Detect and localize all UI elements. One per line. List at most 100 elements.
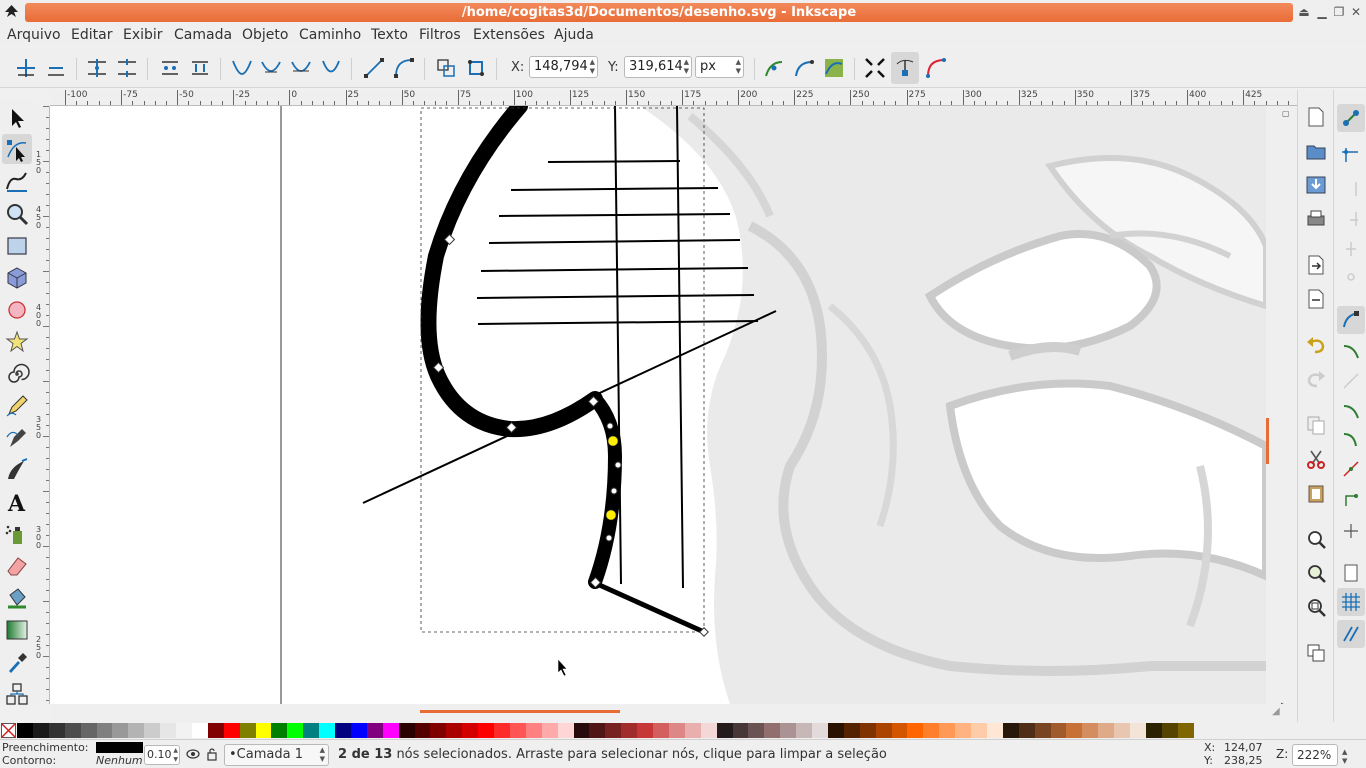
palette-swatch[interactable] bbox=[366, 723, 383, 738]
snap-grid-icon[interactable] bbox=[1340, 591, 1362, 613]
drawing-canvas[interactable] bbox=[50, 106, 1266, 704]
palette-swatch[interactable] bbox=[525, 723, 542, 738]
palette-swatch[interactable] bbox=[1098, 723, 1115, 738]
palette-swatch[interactable] bbox=[621, 723, 638, 738]
next-path-effect-icon[interactable] bbox=[762, 56, 786, 80]
dropper-tool-icon[interactable] bbox=[4, 649, 30, 675]
palette-swatch[interactable] bbox=[1130, 723, 1146, 738]
snap-page-border-icon[interactable] bbox=[1340, 562, 1362, 584]
redo-icon[interactable] bbox=[1305, 368, 1327, 390]
palette-swatch[interactable] bbox=[80, 723, 97, 738]
stroke-to-path-icon[interactable] bbox=[464, 56, 488, 80]
connector-tool-icon[interactable] bbox=[4, 681, 30, 707]
palette-swatch[interactable] bbox=[557, 723, 574, 738]
snap-bbox-center-icon[interactable] bbox=[1340, 266, 1362, 288]
insert-node-icon[interactable] bbox=[14, 56, 38, 80]
palette-swatch[interactable] bbox=[573, 723, 590, 738]
show-handles-icon[interactable] bbox=[893, 56, 917, 80]
no-paint-icon[interactable] bbox=[1, 723, 16, 738]
palette-swatch[interactable] bbox=[843, 723, 860, 738]
calligraphy-tool-icon[interactable] bbox=[4, 457, 30, 483]
fill-swatch[interactable] bbox=[96, 742, 143, 753]
palette-swatch[interactable] bbox=[955, 723, 972, 738]
palette-swatch[interactable] bbox=[430, 723, 447, 738]
palette-swatch[interactable] bbox=[1114, 723, 1131, 738]
text-tool-icon[interactable]: A bbox=[4, 489, 30, 515]
palette-swatch[interactable] bbox=[939, 723, 956, 738]
palette-swatch[interactable] bbox=[668, 723, 685, 738]
menu-arquivo[interactable]: Arquivo bbox=[7, 26, 61, 44]
palette-swatch[interactable] bbox=[255, 723, 272, 738]
new-document-icon[interactable] bbox=[1305, 106, 1327, 128]
snap-rotation-center-icon[interactable] bbox=[1340, 520, 1362, 542]
reference-bitmap[interactable] bbox=[640, 106, 1266, 704]
duplicate-icon[interactable] bbox=[1305, 642, 1327, 664]
menu-texto[interactable]: Texto bbox=[371, 26, 408, 44]
horizontal-scroll-thumb[interactable] bbox=[420, 710, 620, 713]
palette-swatch[interactable] bbox=[1034, 723, 1051, 738]
palette-swatch[interactable] bbox=[1066, 723, 1083, 738]
segment-to-line-icon[interactable] bbox=[362, 56, 386, 80]
gradient-tool-icon[interactable] bbox=[4, 617, 30, 643]
break-path-icon[interactable] bbox=[115, 56, 139, 80]
pencil-tool-icon[interactable] bbox=[4, 393, 30, 419]
palette-swatch[interactable] bbox=[239, 723, 256, 738]
auto-smooth-node-icon[interactable] bbox=[319, 56, 343, 80]
smooth-node-icon[interactable] bbox=[259, 56, 283, 80]
palette-swatch[interactable] bbox=[64, 723, 81, 738]
x-coordinate-input[interactable]: 148,794 ▲ ▼ bbox=[529, 56, 598, 78]
node-tool-icon[interactable] bbox=[4, 137, 30, 163]
spin-arrows-icon[interactable]: ▲ ▼ bbox=[590, 58, 595, 76]
tweak-tool-icon[interactable] bbox=[4, 169, 30, 195]
palette-swatch[interactable] bbox=[1018, 723, 1035, 738]
snap-intersection-icon[interactable] bbox=[1340, 370, 1362, 392]
vertical-line[interactable] bbox=[676, 106, 684, 589]
snap-bbox-icon[interactable] bbox=[1340, 144, 1362, 166]
vertical-scroll-thumb[interactable] bbox=[1266, 418, 1269, 464]
star-tool-icon[interactable] bbox=[4, 329, 30, 355]
palette-swatch[interactable] bbox=[971, 723, 987, 738]
opacity-input[interactable]: 0.10 ▲ ▼ bbox=[144, 745, 180, 765]
palette-swatch[interactable] bbox=[17, 723, 33, 738]
palette-swatch[interactable] bbox=[223, 723, 240, 738]
palette-swatch[interactable] bbox=[732, 723, 749, 738]
maximize-button[interactable]: ❐ bbox=[1332, 5, 1346, 19]
delete-segment-icon[interactable] bbox=[188, 56, 212, 80]
3d-box-tool-icon[interactable] bbox=[4, 265, 30, 291]
stroke-value[interactable]: Nenhum bbox=[96, 754, 143, 767]
snap-cusp-icon[interactable] bbox=[1340, 400, 1362, 422]
palette-swatch[interactable] bbox=[128, 723, 145, 738]
open-document-icon[interactable] bbox=[1305, 140, 1327, 162]
object-to-path-icon[interactable] bbox=[434, 56, 458, 80]
palette-swatch[interactable] bbox=[462, 723, 479, 738]
palette-swatch[interactable] bbox=[907, 723, 924, 738]
snap-bbox-edge-icon[interactable] bbox=[1340, 178, 1362, 200]
menu-editar[interactable]: Editar bbox=[71, 26, 112, 44]
palette-swatch[interactable] bbox=[1002, 723, 1019, 738]
menu-objeto[interactable]: Objeto bbox=[242, 26, 288, 44]
layer-visibility-icon[interactable] bbox=[186, 748, 200, 760]
palette-swatch[interactable] bbox=[414, 723, 431, 738]
palette-swatch[interactable] bbox=[812, 723, 828, 738]
palette-swatch[interactable] bbox=[891, 723, 908, 738]
paint-bucket-tool-icon[interactable] bbox=[4, 585, 30, 611]
eraser-tool-icon[interactable] bbox=[4, 553, 30, 579]
menu-exibir[interactable]: Exibir bbox=[123, 26, 163, 44]
spin-arrows-icon[interactable]: ▲ ▼ bbox=[1342, 748, 1347, 766]
resize-grip-icon[interactable]: ◢ bbox=[1272, 706, 1280, 717]
palette-swatch[interactable] bbox=[271, 723, 288, 738]
join-nodes-icon[interactable] bbox=[85, 56, 109, 80]
pen-tool-icon[interactable] bbox=[4, 425, 30, 451]
palette-swatch[interactable] bbox=[509, 723, 526, 738]
zoom-tool-icon[interactable] bbox=[4, 201, 30, 227]
palette-swatch[interactable] bbox=[1145, 723, 1162, 738]
snap-enable-icon[interactable] bbox=[1340, 107, 1362, 129]
palette-swatch[interactable] bbox=[653, 723, 669, 738]
palette-swatch[interactable] bbox=[986, 723, 1003, 738]
show-outline-icon[interactable] bbox=[924, 56, 948, 80]
palette-swatch[interactable] bbox=[207, 723, 224, 738]
segment-to-curve-icon[interactable] bbox=[392, 56, 416, 80]
clip-path-icon[interactable] bbox=[792, 56, 816, 80]
palette-swatch[interactable] bbox=[859, 723, 876, 738]
snap-bbox-midpoint-icon[interactable] bbox=[1340, 238, 1362, 260]
